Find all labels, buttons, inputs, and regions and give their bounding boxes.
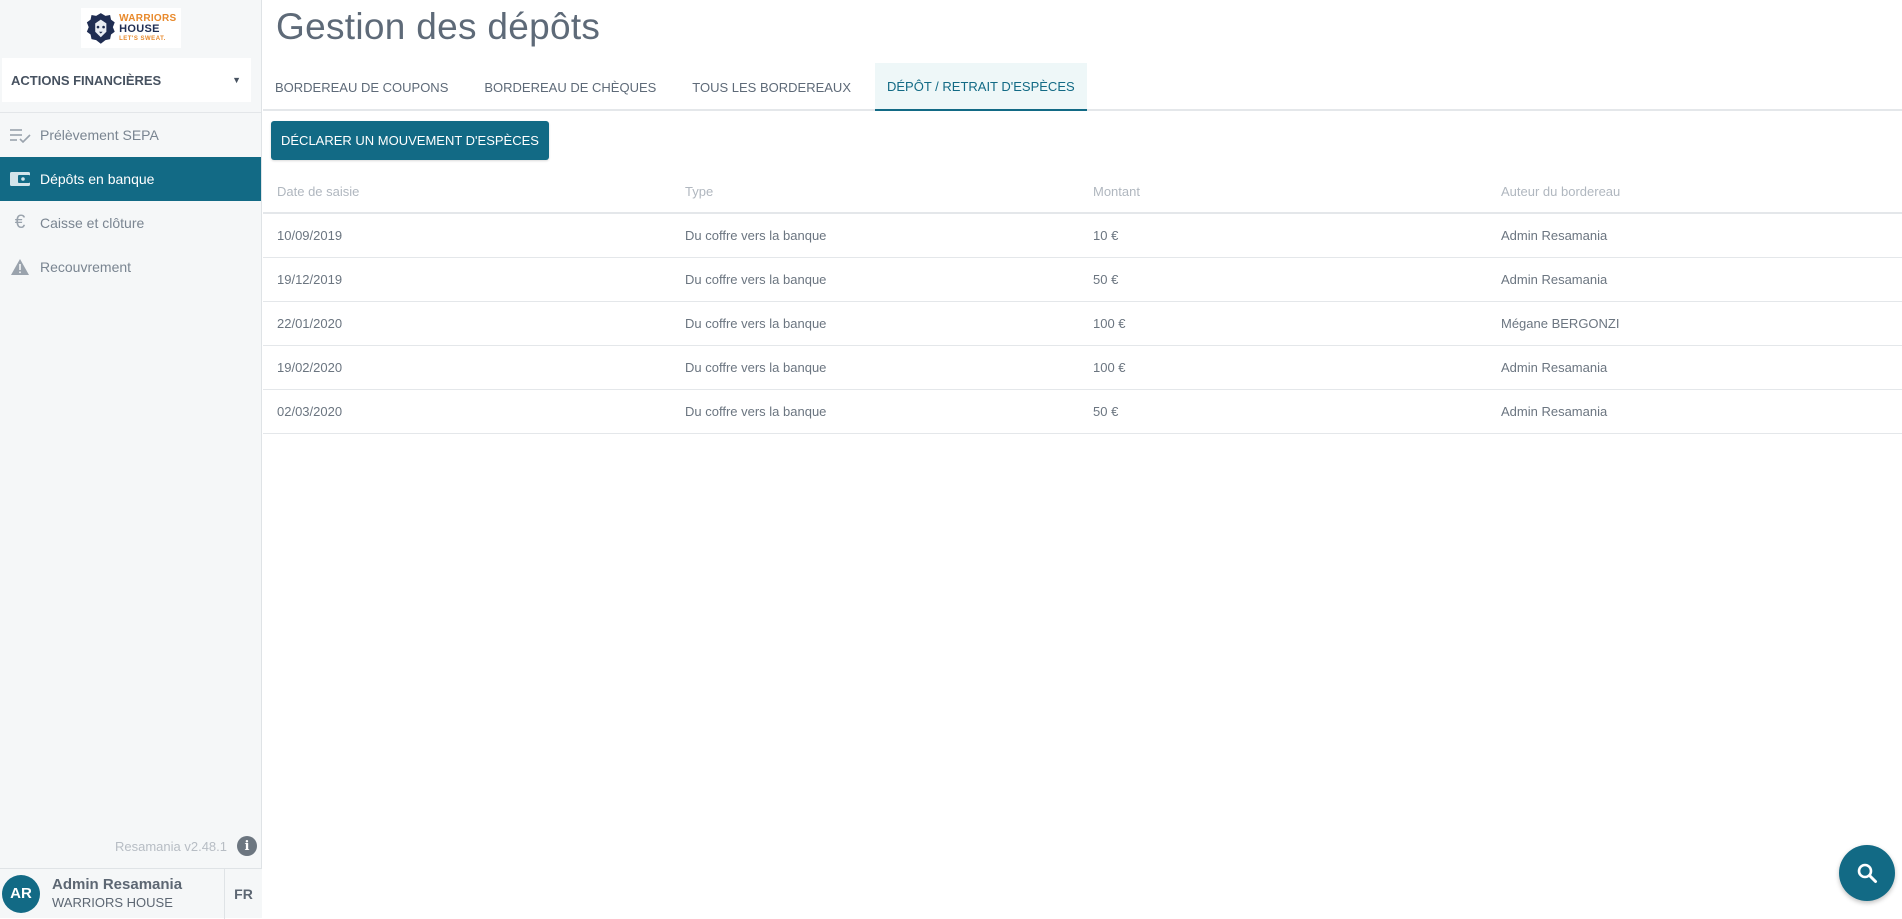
sidebar-item-label: Dépôts en banque	[40, 171, 155, 187]
logo-line2: HOUSE	[119, 23, 160, 35]
euro-icon: €	[14, 212, 26, 233]
checklist-icon	[0, 127, 40, 143]
section-select[interactable]: ACTIONS FINANCIÈRES ▼	[2, 58, 251, 102]
sidebar-item-recouvrement[interactable]: Recouvrement	[0, 245, 261, 289]
user-name: Admin Resamania	[52, 876, 183, 893]
logo-text: WARRIORS HOUSE LET'S SWEAT.	[119, 14, 176, 43]
wallet-icon	[0, 170, 40, 188]
tab-bar: BORDEREAU DE COUPONS BORDEREAU DE CHÈQUE…	[263, 63, 1902, 111]
page-title: Gestion des dépôts	[276, 6, 601, 47]
sidebar-item-label: Prélèvement SEPA	[40, 127, 159, 143]
sidebar-item-caisse-et-cloture[interactable]: € Caisse et clôture	[0, 201, 261, 245]
tab-tous-bordereaux[interactable]: TOUS LES BORDEREAUX	[680, 63, 863, 111]
cell-date: 02/03/2020	[277, 404, 343, 419]
table-row[interactable]: 02/03/2020 Du coffre vers la banque 50 €…	[263, 390, 1902, 434]
sidebar: WARRIORS HOUSE LET'S SWEAT. ACTIONS FINA…	[0, 0, 262, 919]
cell-type: Du coffre vers la banque	[685, 360, 827, 375]
sidebar-item-depots-en-banque[interactable]: Dépôts en banque	[0, 157, 261, 201]
cell-author: Admin Resamania	[1501, 228, 1608, 243]
avatar[interactable]: AR	[2, 874, 40, 913]
warriors-house-logo[interactable]: WARRIORS HOUSE LET'S SWEAT.	[80, 8, 181, 48]
cell-date: 19/12/2019	[277, 272, 343, 287]
tab-depot-retrait-especes[interactable]: DÉPÔT / RETRAIT D'ESPÈCES	[875, 63, 1087, 111]
sidebar-item-prelevement-sepa[interactable]: Prélèvement SEPA	[0, 113, 261, 157]
column-header-amount[interactable]: Montant	[1079, 184, 1487, 199]
cell-author: Mégane BERGONZI	[1501, 316, 1620, 331]
version-info: Resamania v2.48.1 i	[0, 836, 262, 856]
table-row[interactable]: 19/12/2019 Du coffre vers la banque 50 €…	[263, 258, 1902, 302]
sidebar-item-label: Recouvrement	[40, 259, 132, 275]
cell-author: Admin Resamania	[1501, 404, 1608, 419]
deposits-table: Date de saisie Type Montant Auteur du bo…	[263, 170, 1902, 434]
user-bar: AR Admin Resamania WARRIORS HOUSE FR	[0, 868, 262, 919]
section-select-label: ACTIONS FINANCIÈRES	[11, 72, 162, 88]
info-icon[interactable]: i	[237, 836, 257, 856]
column-header-type[interactable]: Type	[671, 184, 1079, 199]
tab-bordereau-cheques[interactable]: BORDEREAU DE CHÈQUES	[472, 63, 668, 111]
cell-amount: 100 €	[1093, 316, 1126, 331]
cell-date: 19/02/2020	[277, 360, 343, 375]
cell-type: Du coffre vers la banque	[685, 404, 827, 419]
warning-icon	[0, 258, 40, 276]
user-info[interactable]: Admin Resamania WARRIORS HOUSE	[52, 876, 224, 911]
lion-logo-icon	[86, 13, 115, 44]
version-text: Resamania v2.48.1	[114, 838, 227, 854]
cell-amount: 50 €	[1093, 272, 1119, 287]
logo-area: WARRIORS HOUSE LET'S SWEAT.	[0, 0, 261, 56]
cell-author: Admin Resamania	[1501, 272, 1608, 287]
cell-date: 10/09/2019	[277, 228, 343, 243]
main-content: Gestion des dépôts BORDEREAU DE COUPONS …	[263, 0, 1902, 918]
logo-line3: LET'S SWEAT.	[119, 36, 166, 42]
declare-cash-movement-button[interactable]: DÉCLARER UN MOUVEMENT D'ESPÈCES	[271, 121, 549, 160]
cell-type: Du coffre vers la banque	[685, 272, 827, 287]
column-header-date[interactable]: Date de saisie	[263, 184, 671, 199]
cell-amount: 100 €	[1093, 360, 1126, 375]
sidebar-item-label: Caisse et clôture	[40, 215, 145, 231]
cell-type: Du coffre vers la banque	[685, 228, 827, 243]
column-header-author[interactable]: Auteur du bordereau	[1487, 184, 1895, 199]
tab-bordereau-coupons[interactable]: BORDEREAU DE COUPONS	[263, 63, 460, 111]
cell-author: Admin Resamania	[1501, 360, 1608, 375]
table-row[interactable]: 22/01/2020 Du coffre vers la banque 100 …	[263, 302, 1902, 346]
cell-date: 22/01/2020	[277, 316, 343, 331]
cell-type: Du coffre vers la banque	[685, 316, 827, 331]
cell-amount: 50 €	[1093, 404, 1119, 419]
user-organization: WARRIORS HOUSE	[52, 894, 173, 910]
caret-down-icon: ▼	[232, 75, 241, 85]
table-row[interactable]: 19/02/2020 Du coffre vers la banque 100 …	[263, 346, 1902, 390]
sidebar-nav: Prélèvement SEPA Dépôts en banque € Cais…	[0, 113, 261, 289]
search-fab-button[interactable]	[1839, 845, 1895, 901]
search-icon	[1857, 863, 1877, 883]
table-row[interactable]: 10/09/2019 Du coffre vers la banque 10 €…	[263, 214, 1902, 258]
language-switch[interactable]: FR	[224, 868, 262, 919]
cell-amount: 10 €	[1093, 228, 1119, 243]
table-header: Date de saisie Type Montant Auteur du bo…	[263, 170, 1902, 214]
